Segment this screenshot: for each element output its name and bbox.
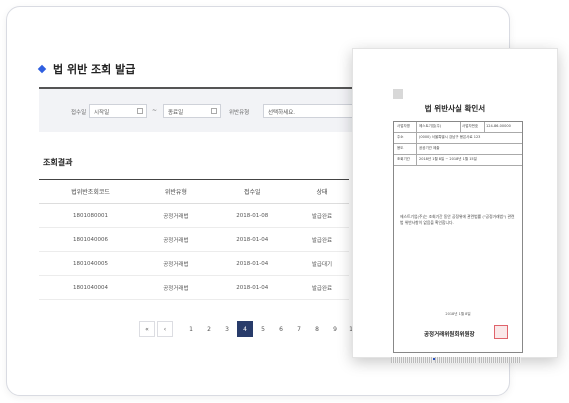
doc-field-label: 조회기간	[397, 157, 410, 161]
table-row[interactable]: 1801040004 공정거래법 2018-01-04 발급완료	[39, 275, 349, 300]
doc-divider	[416, 155, 417, 165]
cell-date: 2018-01-04	[209, 227, 295, 252]
document-footer-barcode	[391, 357, 523, 363]
doc-field-value: 2018년 1월 8일 ~ 2018년 1월 15일	[419, 157, 477, 161]
calendar-icon	[137, 108, 143, 114]
date-separator: ~	[152, 107, 158, 114]
cell-code: 1801040005	[39, 251, 143, 276]
document-content-box: 사업자명 에스트기업(주) 사업자번호 124-86-00000 주소 (000…	[393, 121, 523, 353]
results-title: 조회결과	[43, 158, 73, 167]
violation-type-text: 선택하세요.	[268, 110, 296, 116]
doc-info-row: 사업자명 에스트기업(주) 사업자번호 124-86-00000	[394, 122, 522, 133]
cell-type: 공정거래법	[142, 275, 210, 300]
end-date-text: 종료일	[168, 110, 184, 116]
cell-type: 공정거래법	[142, 203, 210, 228]
cell-status: 발급완료	[294, 227, 349, 252]
table-row[interactable]: 1801040006 공정거래법 2018-01-04 발급완료	[39, 227, 349, 252]
page-5-button[interactable]: 5	[255, 321, 271, 337]
doc-divider	[460, 122, 461, 132]
cell-type: 공정거래법	[142, 251, 210, 276]
document-date: 2018년 1월 8일	[445, 312, 471, 316]
page-9-button[interactable]: 9	[327, 321, 343, 337]
col-header-code: 법위반조회코드	[39, 179, 143, 204]
page-header: 법 위반 조회 발급	[37, 61, 136, 77]
col-header-type: 위반유형	[142, 179, 210, 204]
page-1-button[interactable]: 1	[183, 321, 199, 337]
page-8-button[interactable]: 8	[309, 321, 325, 337]
cell-status: 발급완료	[294, 203, 349, 228]
table-row[interactable]: 1801040005 공정거래법 2018-01-04 발급대기	[39, 251, 349, 276]
doc-field-value: 124-86-00000	[486, 124, 511, 128]
col-header-date: 접수일	[209, 179, 295, 204]
cell-date: 2018-01-08	[209, 203, 295, 228]
type-label: 위반유형	[229, 110, 250, 116]
prev-page-button[interactable]: ‹	[157, 321, 173, 337]
col-header-status: 상태	[294, 179, 349, 204]
cell-date: 2018-01-04	[209, 275, 295, 300]
seal-stamp-icon	[494, 325, 508, 339]
doc-field-label: 사업자번호	[462, 124, 479, 128]
page-6-button[interactable]: 6	[273, 321, 289, 337]
cell-code: 1801040006	[39, 227, 143, 252]
start-date-input[interactable]: 시작일	[89, 104, 147, 118]
page-4-button[interactable]: 4	[237, 321, 253, 337]
doc-divider	[484, 122, 485, 132]
logo-icon	[393, 89, 403, 99]
doc-field-label: 용도	[397, 146, 404, 150]
doc-divider	[416, 133, 417, 143]
document-title: 법 위반사실 확인서	[424, 104, 486, 113]
doc-info-row: 주소 (0000) 서울특별시 강남구 봉은사로 123	[394, 133, 522, 144]
page-2-button[interactable]: 2	[201, 321, 217, 337]
start-date-text: 시작일	[94, 110, 110, 116]
cell-status: 발급대기	[294, 251, 349, 276]
doc-divider	[416, 122, 417, 132]
cell-date: 2018-01-04	[209, 251, 295, 276]
page-title: 법 위반 조회 발급	[53, 63, 136, 76]
doc-field-label: 주소	[397, 135, 404, 139]
page-3-button[interactable]: 3	[219, 321, 235, 337]
results-table: 법위반조회코드 위반유형 접수일 상태 1801080001 공정거래법 201…	[39, 179, 349, 300]
document-issuer: 공정거래위원회위원장	[424, 332, 475, 338]
doc-field-value: 에스트기업(주)	[419, 124, 442, 128]
doc-field-label: 사업자명	[397, 124, 410, 128]
end-date-input[interactable]: 종료일	[163, 104, 221, 118]
document-body-text: 에스트기업(주)는 조회기간 동안 공정위에 관련법률 ("공정거래법") 관련…	[400, 214, 515, 225]
doc-field-value: (0000) 서울특별시 강남구 봉은사로 123	[419, 135, 481, 139]
doc-divider	[416, 144, 417, 154]
doc-field-value: 공공기관 제출	[419, 146, 440, 150]
date-label: 접수일	[71, 110, 87, 116]
certificate-document: 법 위반사실 확인서 사업자명 에스트기업(주) 사업자번호 124-86-00…	[352, 48, 558, 363]
title-bullet-icon	[37, 64, 47, 74]
doc-info-row: 조회기간 2018년 1월 8일 ~ 2018년 1월 15일	[394, 155, 522, 166]
cell-type: 공정거래법	[142, 227, 210, 252]
calendar-icon	[211, 108, 217, 114]
doc-info-row: 용도 공공기관 제출	[394, 144, 522, 155]
cell-code: 1801080001	[39, 203, 143, 228]
cell-code: 1801040004	[39, 275, 143, 300]
table-row[interactable]: 1801080001 공정거래법 2018-01-08 발급완료	[39, 203, 349, 228]
cell-status: 발급완료	[294, 275, 349, 300]
first-page-button[interactable]: «	[139, 321, 155, 337]
page-7-button[interactable]: 7	[291, 321, 307, 337]
